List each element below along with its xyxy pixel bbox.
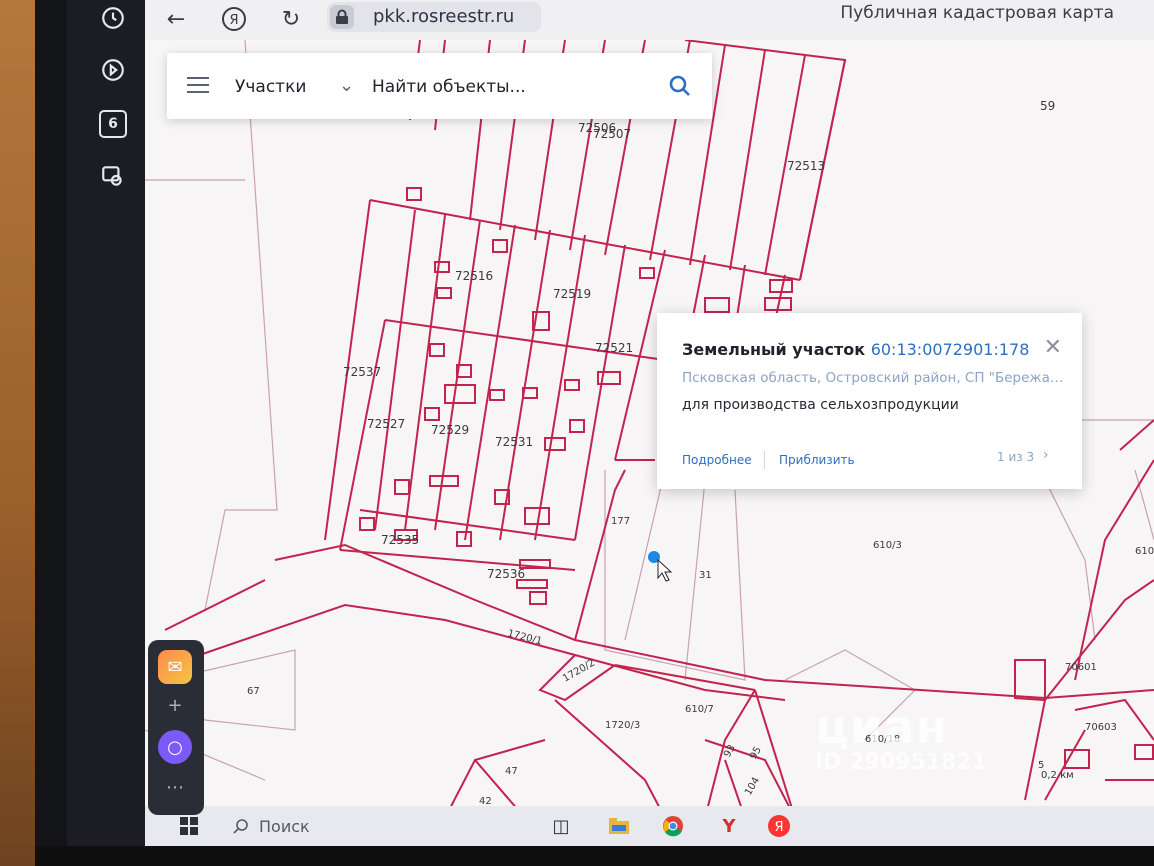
parcel-label: 72519 bbox=[553, 287, 591, 301]
reload-icon[interactable]: ↻ bbox=[275, 4, 307, 34]
parcel-label: 72535 bbox=[381, 533, 419, 547]
parcel-label: 47 bbox=[505, 766, 518, 777]
parcel-label: 610/3 bbox=[873, 540, 902, 551]
page-title: Публичная кадастровая карта bbox=[840, 3, 1114, 23]
history-icon[interactable] bbox=[95, 0, 131, 36]
add-icon[interactable]: + bbox=[158, 688, 192, 722]
watermark-logo: циан bbox=[815, 700, 949, 754]
divider bbox=[764, 451, 765, 469]
monitor-bezel bbox=[35, 0, 67, 866]
taskbar: Поиск ◫ Y Я bbox=[145, 806, 1154, 846]
chevron-right-icon[interactable]: › bbox=[1043, 447, 1049, 463]
tabs-counter-button[interactable]: 6 bbox=[95, 106, 131, 142]
parcel-label: 70601 bbox=[1065, 662, 1097, 673]
parcel-label: 72507 bbox=[593, 127, 631, 141]
windows-start-icon[interactable] bbox=[175, 812, 203, 840]
browser-toolbar: ← Я ↻ pkk.rosreestr.ru Публичная кадастр… bbox=[145, 0, 1154, 40]
lock-icon[interactable] bbox=[330, 5, 354, 29]
parcel-label: 177 bbox=[611, 516, 630, 527]
parcel-label: 59 bbox=[1040, 99, 1055, 113]
yandex-market-icon[interactable]: Y bbox=[715, 812, 743, 840]
watermark-id: ID 290951821 bbox=[815, 750, 987, 775]
parcel-label: 72536 bbox=[487, 567, 525, 581]
search-panel: Участки ⌄ bbox=[167, 53, 712, 119]
close-icon[interactable]: ✕ bbox=[1044, 335, 1062, 360]
taskbar-search-label[interactable]: Поиск bbox=[259, 817, 310, 836]
card-pagination: 1 из 3 bbox=[997, 450, 1035, 464]
yandex-browser-icon[interactable]: Я bbox=[765, 812, 793, 840]
file-explorer-icon[interactable] bbox=[605, 812, 633, 840]
mail-app-icon[interactable]: ✉ bbox=[158, 650, 192, 684]
url-text[interactable]: pkk.rosreestr.ru bbox=[373, 6, 514, 27]
chrome-icon[interactable] bbox=[659, 812, 687, 840]
parcel-label: 72516 bbox=[455, 269, 493, 283]
card-title: Земельный участок 60:13:0072901:178 bbox=[682, 340, 1029, 359]
card-usage: для производства сельхозпродукции bbox=[682, 397, 959, 413]
card-object-type: Земельный участок bbox=[682, 340, 866, 359]
search-input[interactable] bbox=[370, 71, 664, 103]
search-icon[interactable] bbox=[665, 71, 695, 101]
play-icon[interactable] bbox=[95, 52, 131, 88]
card-address: Псковская область, Островский район, СП … bbox=[682, 370, 1067, 386]
parcel-label: 72527 bbox=[367, 417, 405, 431]
chevron-down-icon[interactable]: ⌄ bbox=[339, 75, 354, 96]
parcel-info-card: Земельный участок 60:13:0072901:178 ✕ Пс… bbox=[657, 313, 1082, 489]
svg-text:Я: Я bbox=[774, 820, 783, 835]
parcel-label: 70603 bbox=[1085, 722, 1117, 733]
watermark: циан ID 290951821 bbox=[815, 700, 987, 775]
parcel-label: 72521 bbox=[595, 341, 633, 355]
parcel-label: 72529 bbox=[431, 423, 469, 437]
side-apps-panel: ✉ + ○ ⋯ bbox=[148, 640, 204, 815]
browser-window: ← Я ↻ pkk.rosreestr.ru Публичная кадастр… bbox=[145, 0, 1154, 846]
screenshot-icon[interactable] bbox=[95, 158, 131, 194]
map-scale: 0,2 км bbox=[1041, 770, 1074, 781]
monitor-bezel-bottom bbox=[35, 846, 1154, 866]
cadastral-number[interactable]: 60:13:0072901:178 bbox=[871, 340, 1030, 359]
parcel-label: 67 bbox=[247, 686, 260, 697]
parcel-label: 72537 bbox=[343, 365, 381, 379]
more-icon[interactable]: ⋯ bbox=[158, 770, 192, 804]
parcel-label: 610/7 bbox=[685, 704, 714, 715]
layer-select[interactable]: Участки bbox=[235, 77, 306, 97]
details-link[interactable]: Подробнее bbox=[682, 453, 752, 467]
parcel-label: 72513 bbox=[787, 159, 825, 173]
taskbar-search-icon[interactable] bbox=[227, 812, 255, 840]
zoom-in-link[interactable]: Приблизить bbox=[779, 453, 855, 467]
parcel-label: 1720/3 bbox=[605, 720, 640, 731]
yandex-icon[interactable]: Я bbox=[218, 4, 250, 34]
browser-side-panel: 6 bbox=[67, 0, 157, 846]
menu-icon[interactable] bbox=[187, 77, 209, 95]
alice-assistant-icon[interactable]: ○ bbox=[158, 730, 192, 764]
tab-count: 6 bbox=[99, 110, 127, 138]
back-icon[interactable]: ← bbox=[160, 4, 192, 34]
parcel-label: 610 bbox=[1135, 546, 1154, 557]
parcel-label: 72531 bbox=[495, 435, 533, 449]
svg-text:Я: Я bbox=[229, 13, 238, 28]
task-view-icon[interactable]: ◫ bbox=[547, 812, 575, 840]
parcel-label: 31 bbox=[699, 570, 712, 581]
